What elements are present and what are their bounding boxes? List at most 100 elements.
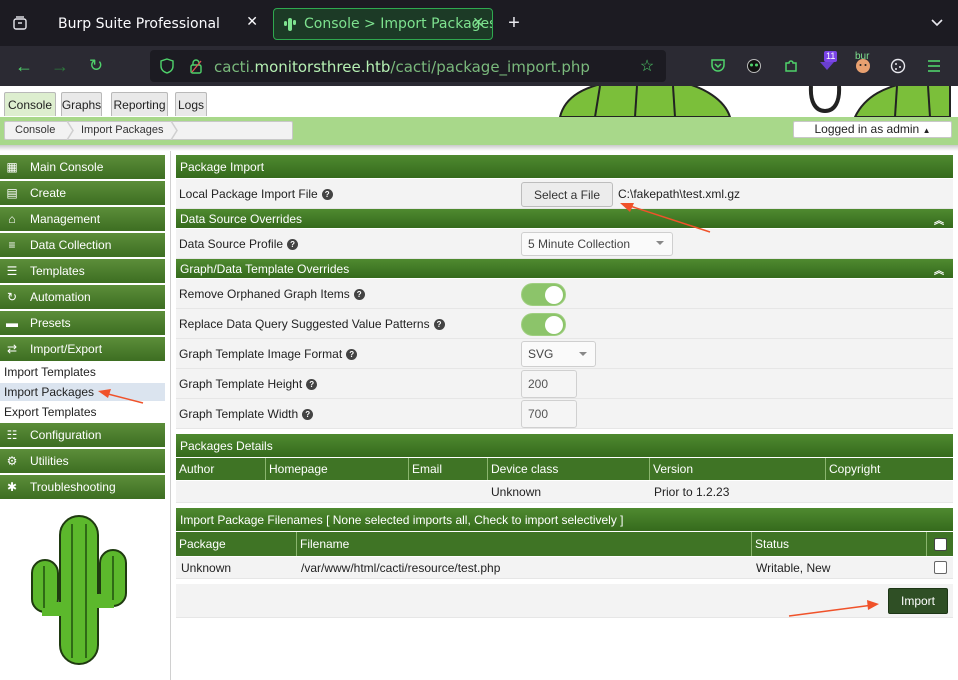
hamburger-menu-icon[interactable] — [922, 54, 946, 78]
cacti-favicon-icon — [284, 18, 296, 31]
collapse-icon[interactable]: ︽ — [934, 212, 944, 227]
browser-tab-burp[interactable]: Burp Suite Professional ✕ — [48, 8, 266, 40]
help-icon[interactable]: ? — [287, 239, 299, 251]
help-icon[interactable]: ? — [346, 349, 358, 361]
filenames-col-package[interactable]: Package — [176, 532, 297, 556]
sidebar-subitem-import-packages[interactable]: Import Packages — [4, 385, 94, 399]
database-icon: ≡ — [8, 238, 16, 252]
sidebar-item-data-collection[interactable]: ≡ Data Collection — [0, 233, 165, 257]
bookmark-star-icon[interactable]: ☆ — [635, 54, 659, 78]
details-col-email[interactable]: Email — [409, 458, 488, 480]
field-label: Graph Template Width — [179, 407, 299, 421]
width-input[interactable]: 700 — [521, 400, 577, 428]
field-label: Data Source Profile — [179, 237, 284, 251]
sidebar-item-templates[interactable]: ☰ Templates — [0, 259, 165, 283]
sidebar-item-label: Create — [30, 186, 67, 200]
remove-orphaned-toggle[interactable] — [521, 283, 566, 306]
tab-logs[interactable]: Logs — [175, 92, 207, 116]
details-col-author[interactable]: Author — [176, 458, 266, 480]
help-icon[interactable]: ? — [306, 379, 318, 391]
help-icon[interactable]: ? — [433, 319, 445, 331]
details-header: Packages Details — [176, 434, 953, 457]
toggle-knob — [545, 286, 563, 304]
back-icon[interactable]: ← — [12, 54, 36, 78]
replace-patterns-toggle[interactable] — [521, 313, 566, 336]
details-col-version[interactable]: Version — [650, 458, 826, 480]
bug-icon: ✱ — [6, 480, 18, 494]
gears-icon: ⚙ — [6, 454, 18, 468]
browser-tab-label: Console > Import Packages — [304, 16, 493, 32]
help-icon[interactable]: ? — [321, 189, 333, 201]
field-label: Local Package Import File — [179, 187, 318, 201]
details-col-copyright[interactable]: Copyright — [826, 458, 953, 480]
browser-tab-label: Burp Suite Professional — [58, 16, 220, 32]
tab-console[interactable]: Console — [4, 92, 56, 116]
field-label: Replace Data Query Suggested Value Patte… — [179, 317, 430, 331]
select-all-checkbox[interactable] — [934, 538, 947, 551]
breadcrumb-console[interactable]: Console — [15, 124, 55, 136]
url-path: /cacti/package_import.php — [390, 58, 590, 76]
section-title: Graph/Data Template Overrides — [180, 261, 350, 276]
ds-overrides-header[interactable]: Data Source Overrides ︽ — [176, 209, 953, 228]
sidebar-item-configuration[interactable]: ☷ Configuration — [0, 423, 165, 447]
list-icon: ☰ — [6, 264, 18, 278]
forward-icon[interactable]: → — [48, 54, 72, 78]
sidebar-subitem-export-templates[interactable]: Export Templates — [4, 405, 97, 419]
details-col-device-class[interactable]: Device class — [488, 458, 650, 480]
help-icon[interactable]: ? — [353, 289, 365, 301]
browser-tab-cacti[interactable]: Console > Import Packages ✕ — [273, 8, 493, 40]
select-value: SVG — [528, 347, 554, 361]
field-label: Remove Orphaned Graph Items — [179, 287, 350, 301]
image-format-select[interactable]: SVG — [521, 341, 596, 367]
sidebar-item-management[interactable]: ⌂ Management — [0, 207, 165, 231]
reload-icon[interactable]: ↻ — [84, 54, 108, 78]
chevron-down-icon[interactable] — [925, 11, 949, 35]
height-input[interactable]: 200 — [521, 370, 577, 398]
cacti-logo-image — [31, 515, 127, 665]
graph-overrides-header[interactable]: Graph/Data Template Overrides ︽ — [176, 259, 953, 278]
ds-profile-select[interactable]: 5 Minute Collection — [521, 232, 673, 256]
puzzle-icon[interactable] — [779, 54, 803, 78]
import-button[interactable]: Import — [888, 588, 948, 614]
sidebar-item-presets[interactable]: ▬ Presets — [0, 311, 165, 335]
filenames-col-filename[interactable]: Filename — [297, 532, 752, 556]
lock-icon[interactable] — [184, 54, 208, 78]
tab-reporting[interactable]: Reporting — [111, 92, 168, 116]
sidebar-item-create[interactable]: ▤ Create — [0, 181, 165, 205]
pocket-icon[interactable] — [706, 54, 730, 78]
cookie-icon[interactable] — [886, 54, 910, 78]
details-device-class-value: Unknown — [491, 485, 542, 499]
extension-mask-icon[interactable] — [742, 54, 766, 78]
image-format-label: Graph Template Image Format? — [179, 347, 358, 361]
filenames-col-status[interactable]: Status — [752, 532, 927, 556]
details-col-homepage[interactable]: Homepage — [266, 458, 409, 480]
sidebar-item-automation[interactable]: ↻ Automation — [0, 285, 165, 309]
tab-overview-icon[interactable] — [8, 11, 32, 35]
section-title: Import Package Filenames [ None selected… — [180, 512, 624, 527]
row-select-checkbox[interactable] — [934, 561, 947, 574]
burp-extension-icon[interactable]: bur — [851, 52, 875, 76]
help-icon[interactable]: ? — [302, 409, 314, 421]
ds-profile-label: Data Source Profile? — [179, 237, 299, 251]
collapse-icon[interactable]: ︽ — [934, 262, 944, 277]
sidebar-subitem-import-templates[interactable]: Import Templates — [4, 365, 96, 379]
home-icon: ⌂ — [8, 212, 16, 226]
close-icon[interactable]: ✕ — [246, 14, 258, 30]
breadcrumb-import-packages[interactable]: Import Packages — [81, 124, 164, 136]
tab-graphs[interactable]: Graphs — [61, 92, 102, 116]
new-tab-icon[interactable]: + — [502, 11, 526, 35]
sidebar-item-troubleshooting[interactable]: ✱ Troubleshooting — [0, 475, 165, 499]
sidebar-item-import-export[interactable]: ⇄ Import/Export — [0, 337, 165, 361]
filenames-package-value: Unknown — [181, 561, 232, 575]
sidebar-item-label: Import/Export — [30, 342, 103, 356]
extension-badge-icon[interactable]: 11 — [815, 51, 839, 76]
user-menu[interactable]: Logged in as admin ▲ — [793, 121, 952, 138]
url-text[interactable]: cacti.monitorsthree.htb/cacti/package_im… — [214, 58, 590, 76]
select-file-button[interactable]: Select a File — [521, 182, 613, 207]
sidebar-item-utilities[interactable]: ⚙ Utilities — [0, 449, 165, 473]
close-icon[interactable]: ✕ — [472, 15, 484, 31]
caret-down-icon — [579, 352, 587, 356]
chart-icon: ▤ — [6, 186, 18, 200]
sidebar-item-main-console[interactable]: ▦ Main Console — [0, 155, 165, 179]
shield-icon[interactable] — [155, 54, 179, 78]
